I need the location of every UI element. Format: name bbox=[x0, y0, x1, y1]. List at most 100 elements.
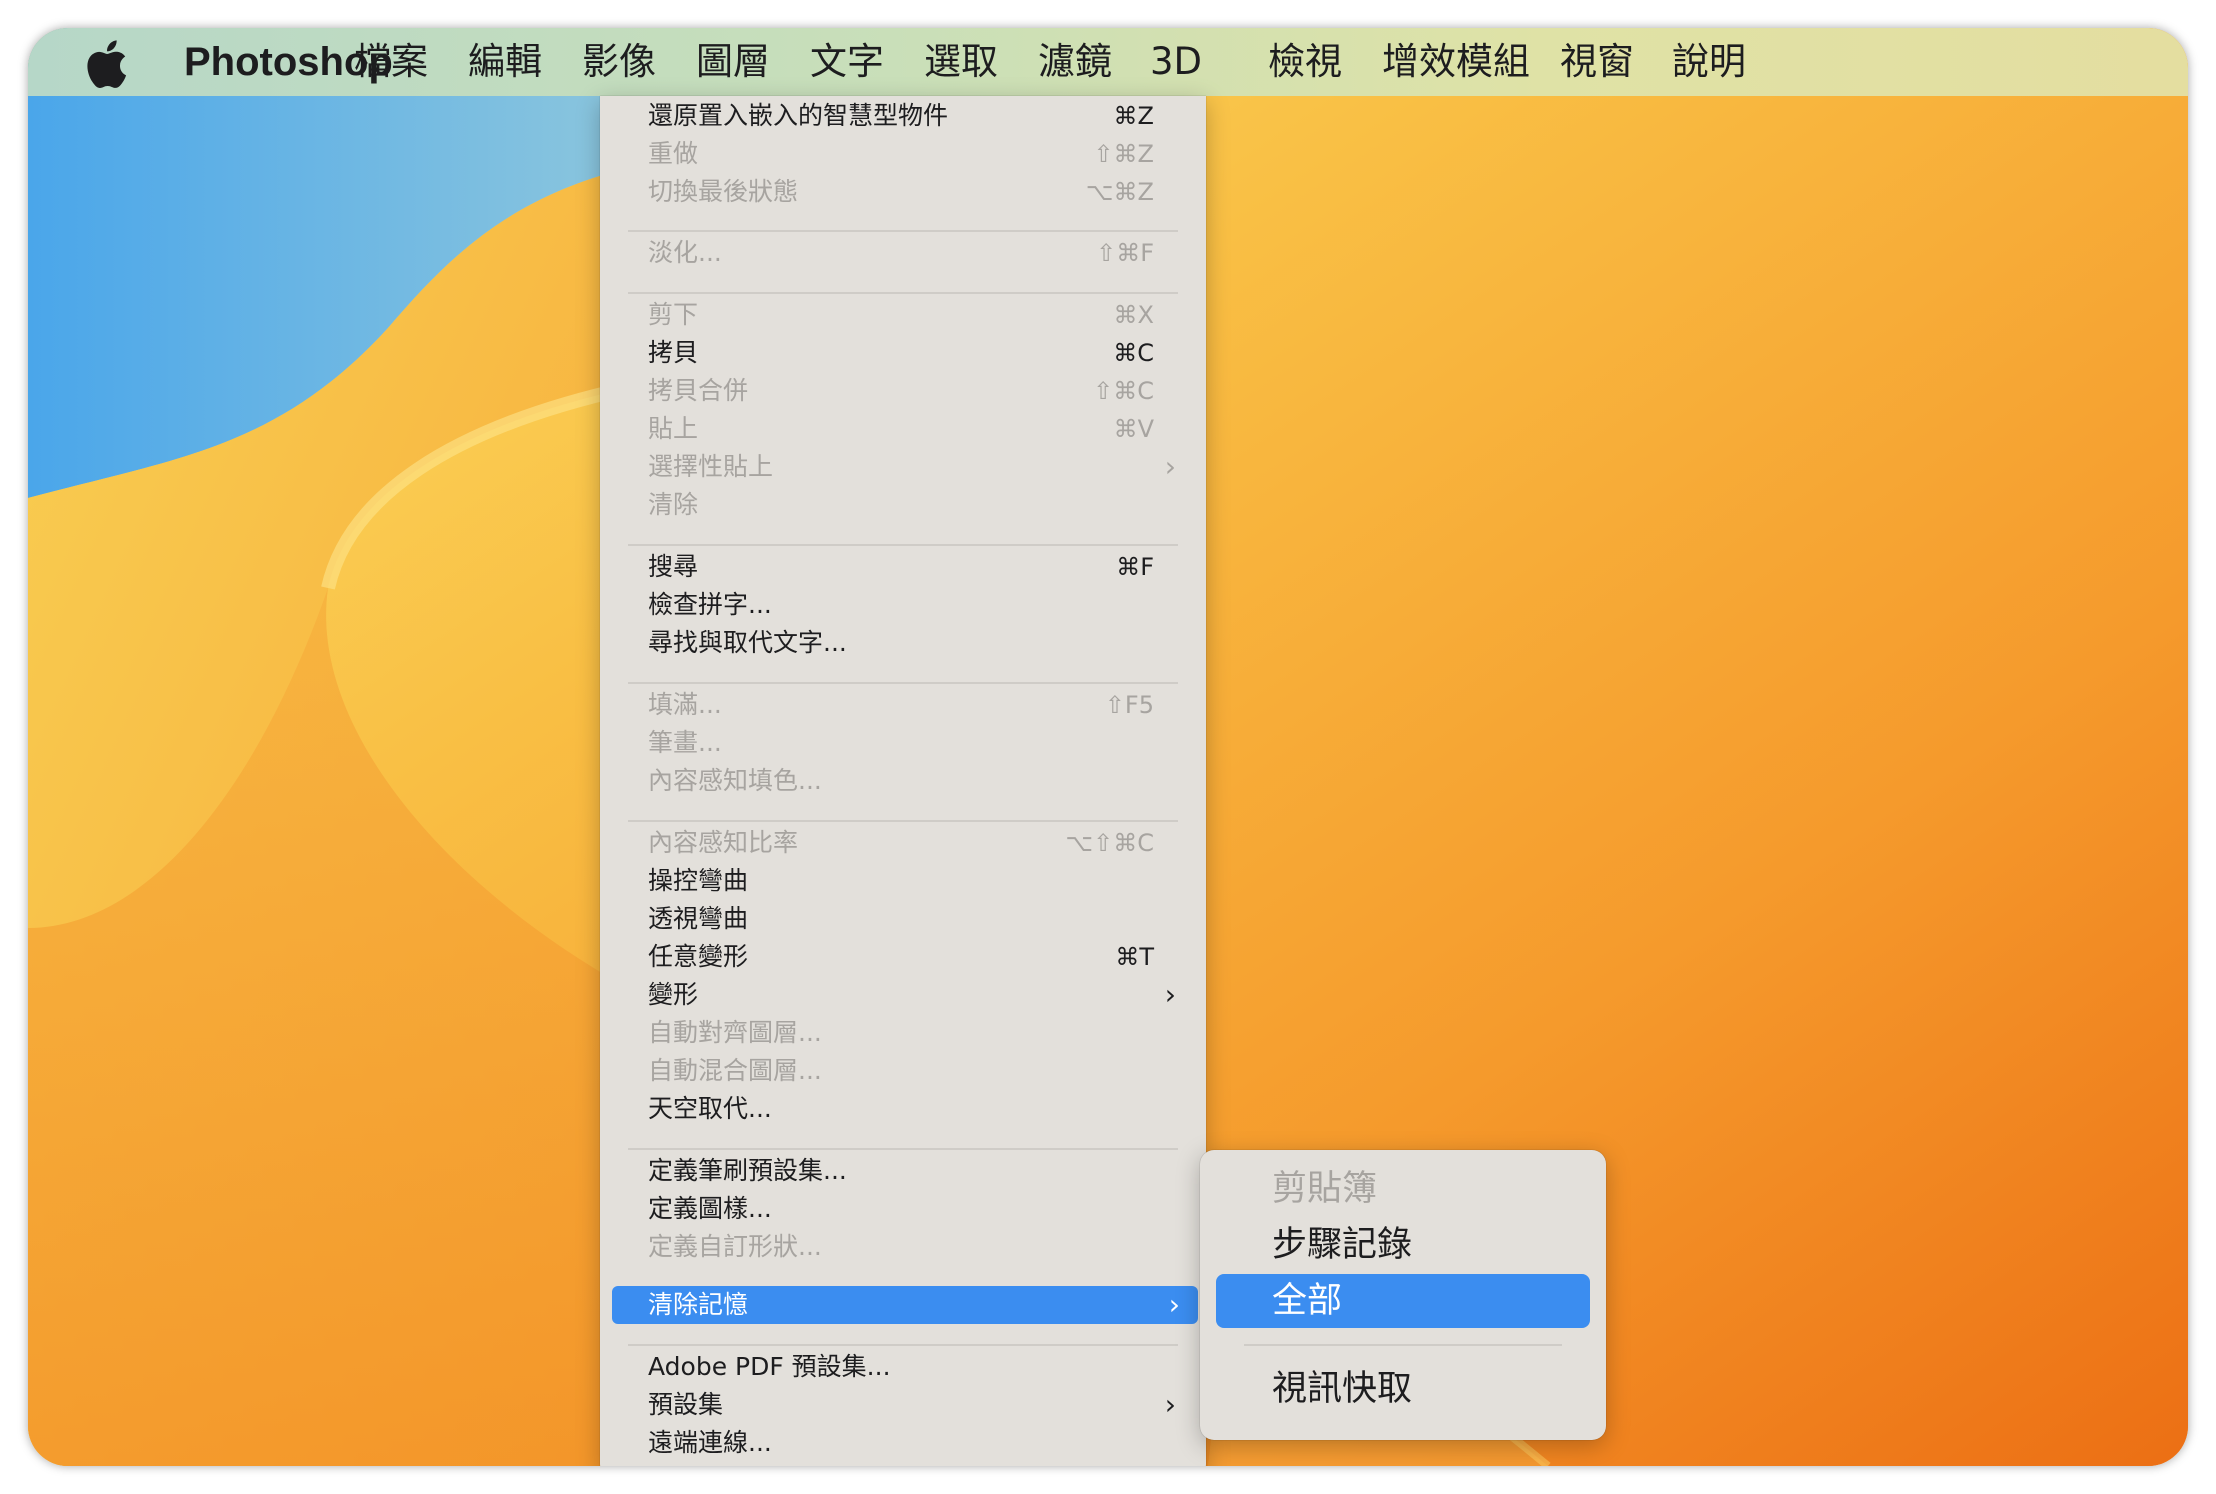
menu-item-label: 預設集 bbox=[648, 1390, 724, 1419]
menu-separator bbox=[1244, 1344, 1562, 1346]
menu-item-label: 定義自訂形狀... bbox=[648, 1232, 822, 1261]
menu-item-label: 重做 bbox=[648, 139, 699, 168]
menubar-item-image[interactable]: 影像 bbox=[582, 28, 656, 96]
menubar-item-edit[interactable]: 編輯 bbox=[468, 28, 542, 96]
menu-item-shortcut: ⌘T bbox=[1115, 943, 1154, 971]
purge-submenu: 剪貼簿 步驟記錄 全部 視訊快取 bbox=[1200, 1150, 1606, 1440]
submenu-item-label: 視訊快取 bbox=[1272, 1369, 1413, 1409]
menu-item-define-brush-preset[interactable]: 定義筆刷預設集... bbox=[600, 1152, 1206, 1190]
menubar-item-filter[interactable]: 濾鏡 bbox=[1038, 28, 1112, 96]
menu-separator bbox=[628, 682, 1178, 684]
menu-item-shortcut: ⌥⌘Z bbox=[1085, 178, 1154, 206]
apple-logo-icon[interactable] bbox=[84, 40, 128, 88]
menu-item-toggle-last-state[interactable]: 切換最後狀態 ⌥⌘Z bbox=[600, 173, 1206, 211]
chevron-right-icon: › bbox=[1164, 1388, 1176, 1421]
menu-item-undo[interactable]: 還原置入嵌入的智慧型物件 ⌘Z bbox=[600, 97, 1206, 135]
menu-item-free-transform[interactable]: 任意變形 ⌘T bbox=[600, 938, 1206, 976]
menu-item-presets[interactable]: 預設集 › bbox=[600, 1386, 1206, 1424]
menu-item-paste[interactable]: 貼上 ⌘V bbox=[600, 410, 1206, 448]
submenu-item-video-cache[interactable]: 視訊快取 bbox=[1200, 1362, 1606, 1416]
menu-item-label: 定義筆刷預設集... bbox=[648, 1156, 847, 1185]
menu-item-label: 還原置入嵌入的智慧型物件 bbox=[648, 101, 949, 130]
menu-separator bbox=[628, 292, 1178, 294]
menu-item-label: 尋找與取代文字... bbox=[648, 628, 847, 657]
menu-item-label: 內容感知比率 bbox=[648, 828, 799, 857]
menu-item-shortcut: ⌘C bbox=[1113, 339, 1154, 367]
menu-item-label: 拷貝 bbox=[648, 338, 699, 367]
menu-item-label: 變形 bbox=[648, 980, 699, 1009]
menu-item-define-custom-shape[interactable]: 定義自訂形狀... bbox=[600, 1228, 1206, 1266]
menu-item-label: 檢查拼字... bbox=[648, 590, 772, 619]
menubar-item-window[interactable]: 視窗 bbox=[1560, 28, 1634, 96]
menu-separator bbox=[628, 820, 1178, 822]
menu-item-define-pattern[interactable]: 定義圖樣... bbox=[600, 1190, 1206, 1228]
menubar-item-layer[interactable]: 圖層 bbox=[696, 28, 770, 96]
menu-item-shortcut: ⌘V bbox=[1113, 415, 1154, 443]
menu-item-shortcut: ⌘Z bbox=[1113, 102, 1154, 130]
menu-item-label: 內容感知填色... bbox=[648, 766, 822, 795]
chevron-right-icon: › bbox=[1164, 978, 1176, 1011]
menu-item-sky-replacement[interactable]: 天空取代... bbox=[600, 1090, 1206, 1128]
menu-item-shortcut: ⇧⌘F bbox=[1096, 239, 1154, 267]
menu-item-shortcut: ⇧⌘C bbox=[1093, 377, 1154, 405]
submenu-item-clipboard[interactable]: 剪貼簿 bbox=[1200, 1162, 1606, 1216]
submenu-item-label: 步驟記錄 bbox=[1272, 1225, 1413, 1265]
menu-item-label: 拷貝合併 bbox=[648, 376, 749, 405]
menu-item-puppet-warp[interactable]: 操控彎曲 bbox=[600, 862, 1206, 900]
menu-item-redo[interactable]: 重做 ⇧⌘Z bbox=[600, 135, 1206, 173]
menu-item-label: 天空取代... bbox=[648, 1094, 772, 1123]
menu-item-adobe-pdf-presets[interactable]: Adobe PDF 預設集... bbox=[600, 1348, 1206, 1386]
edit-menu-dropdown: 還原置入嵌入的智慧型物件 ⌘Z 重做 ⇧⌘Z 切換最後狀態 ⌥⌘Z 淡化... ⇧⌘F … bbox=[600, 96, 1206, 1466]
menu-item-label: 選擇性貼上 bbox=[648, 452, 774, 481]
menu-item-label: 遠端連線... bbox=[648, 1428, 772, 1457]
menu-item-search[interactable]: 搜尋 ⌘F bbox=[600, 548, 1206, 586]
menubar-item-3d[interactable]: 3D bbox=[1150, 28, 1202, 96]
menu-item-fill[interactable]: 填滿... ⇧F5 bbox=[600, 686, 1206, 724]
menu-separator bbox=[628, 230, 1178, 232]
menubar-item-select[interactable]: 選取 bbox=[924, 28, 998, 96]
menu-item-label: 自動混合圖層... bbox=[648, 1056, 822, 1085]
menu-item-copy-merged[interactable]: 拷貝合併 ⇧⌘C bbox=[600, 372, 1206, 410]
menubar-item-type[interactable]: 文字 bbox=[810, 28, 884, 96]
submenu-item-histories[interactable]: 步驟記錄 bbox=[1200, 1218, 1606, 1272]
menu-item-content-aware-fill[interactable]: 內容感知填色... bbox=[600, 762, 1206, 800]
desktop-screen: Photoshop 檔案 編輯 影像 圖層 文字 選取 濾鏡 3D 檢視 增效模… bbox=[28, 28, 2188, 1466]
menubar-item-view[interactable]: 檢視 bbox=[1268, 28, 1342, 96]
menu-item-remote-connections[interactable]: 遠端連線... bbox=[600, 1424, 1206, 1462]
menu-item-fade[interactable]: 淡化... ⇧⌘F bbox=[600, 234, 1206, 272]
menu-item-auto-align-layers[interactable]: 自動對齊圖層... bbox=[600, 1014, 1206, 1052]
submenu-item-label: 全部 bbox=[1272, 1281, 1343, 1321]
submenu-item-label: 剪貼簿 bbox=[1272, 1169, 1378, 1209]
menu-item-label: 淡化... bbox=[648, 238, 722, 267]
menu-item-content-aware-scale[interactable]: 內容感知比率 ⌥⇧⌘C bbox=[600, 824, 1206, 862]
menu-item-label: 定義圖樣... bbox=[648, 1194, 772, 1223]
menubar-item-help[interactable]: 說明 bbox=[1672, 28, 1746, 96]
menu-item-label: 透視彎曲 bbox=[648, 904, 749, 933]
menubar-item-plugins[interactable]: 增效模組 bbox=[1382, 28, 1530, 96]
menu-item-cut[interactable]: 剪下 ⌘X bbox=[600, 296, 1206, 334]
menu-item-paste-special[interactable]: 選擇性貼上 › bbox=[600, 448, 1206, 486]
menu-item-shortcut: ⌘X bbox=[1113, 301, 1154, 329]
menu-item-label: 搜尋 bbox=[648, 552, 699, 581]
menu-item-transform[interactable]: 變形 › bbox=[600, 976, 1206, 1014]
chevron-right-icon: › bbox=[1164, 450, 1176, 483]
menu-item-shortcut: ⌥⇧⌘C bbox=[1065, 829, 1154, 857]
menu-separator bbox=[628, 544, 1178, 546]
menu-item-perspective-warp[interactable]: 透視彎曲 bbox=[600, 900, 1206, 938]
menu-item-label: 清除記憶 bbox=[648, 1290, 749, 1319]
menu-item-label: 剪下 bbox=[648, 300, 699, 329]
menu-item-copy[interactable]: 拷貝 ⌘C bbox=[600, 334, 1206, 372]
menu-item-clear[interactable]: 清除 bbox=[600, 486, 1206, 524]
menu-item-purge[interactable]: 清除記憶 › bbox=[612, 1286, 1198, 1324]
menu-item-check-spelling[interactable]: 檢查拼字... bbox=[600, 586, 1206, 624]
menu-separator bbox=[628, 1344, 1178, 1346]
submenu-item-all[interactable]: 全部 bbox=[1216, 1274, 1590, 1328]
menu-item-find-replace[interactable]: 尋找與取代文字... bbox=[600, 624, 1206, 662]
menu-item-auto-blend-layers[interactable]: 自動混合圖層... bbox=[600, 1052, 1206, 1090]
menu-item-label: 貼上 bbox=[648, 414, 699, 443]
menu-item-stroke[interactable]: 筆畫... bbox=[600, 724, 1206, 762]
menubar-item-file[interactable]: 檔案 bbox=[354, 28, 428, 96]
menu-item-label: 自動對齊圖層... bbox=[648, 1018, 822, 1047]
menu-item-shortcut: ⇧⌘Z bbox=[1093, 140, 1154, 168]
menu-item-label: 切換最後狀態 bbox=[648, 177, 799, 206]
